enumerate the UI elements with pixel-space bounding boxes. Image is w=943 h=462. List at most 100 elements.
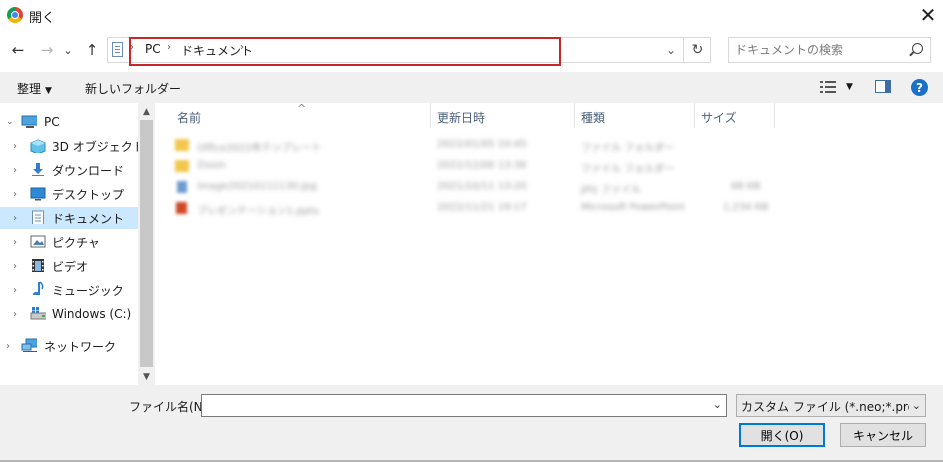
collapsed-chevron-icon[interactable]: › xyxy=(13,261,17,272)
column-header-date-modified[interactable]: 更新日時 xyxy=(431,103,575,128)
address-highlight-box xyxy=(129,37,561,66)
download-icon xyxy=(32,163,44,176)
nav-item-documents[interactable]: › ドキュメント xyxy=(0,207,138,229)
collapsed-chevron-icon[interactable]: › xyxy=(13,189,17,200)
file-list: 名前 ^ 更新日時 種類 サイズ Office2022年テンプレート 2022/… xyxy=(155,102,943,385)
collapsed-chevron-icon[interactable]: › xyxy=(13,237,17,248)
file-name: image20210111130.jpg xyxy=(197,181,317,192)
search-icon[interactable] xyxy=(912,43,923,54)
nav-label-music: ミュージック xyxy=(52,283,124,298)
nav-item-windows-drive[interactable]: › Windows (C:) xyxy=(0,303,138,325)
table-row[interactable]: プレゼンテーション1.pptx 2022/11/21 19:17 Microso… xyxy=(173,199,773,219)
nav-item-desktop[interactable]: › デスクトップ xyxy=(0,183,138,205)
column-header-name[interactable]: 名前 ^ xyxy=(171,102,431,128)
preview-pane-icon[interactable] xyxy=(875,80,891,93)
nav-item-pc[interactable]: ⌄ PC xyxy=(0,111,138,133)
file-date: 2021/10/11 13:20 xyxy=(437,181,527,192)
file-size: 1,234 KB xyxy=(723,202,769,213)
documents-icon xyxy=(32,210,44,224)
drive-icon xyxy=(30,307,46,320)
organize-label: 整理 xyxy=(17,82,42,96)
file-size: 68 KB xyxy=(731,181,761,192)
image-file-icon xyxy=(177,181,187,193)
file-type: Microsoft PowerPoint xyxy=(581,202,685,213)
nav-item-downloads[interactable]: › ダウンロード xyxy=(0,159,138,181)
collapsed-chevron-icon[interactable]: › xyxy=(13,165,17,176)
expanded-chevron-icon[interactable]: ⌄ xyxy=(6,117,14,127)
refresh-icon[interactable]: ↻ xyxy=(683,38,711,62)
collapsed-chevron-icon[interactable]: › xyxy=(13,213,17,224)
file-date: 2022/01/05 10:45 xyxy=(437,139,527,150)
collapsed-chevron-icon[interactable]: › xyxy=(6,341,10,352)
column-header-type[interactable]: 種類 xyxy=(575,103,695,128)
file-type-filter-select[interactable]: カスタム ファイル (*.neo;*.pro;*.csv ⌄ xyxy=(736,394,926,417)
column-label-name: 名前 xyxy=(177,111,202,125)
folder-icon xyxy=(175,139,189,151)
help-icon[interactable]: ? xyxy=(911,79,928,96)
videos-icon xyxy=(32,259,44,272)
view-options-caret-icon[interactable]: ▼ xyxy=(846,82,853,92)
table-row[interactable]: Office2022年テンプレート 2022/01/05 10:45 ファイル … xyxy=(173,136,773,156)
window-title: 開く xyxy=(29,11,56,26)
nav-label-downloads: ダウンロード xyxy=(52,163,125,178)
search-box[interactable] xyxy=(728,37,931,63)
back-arrow-icon[interactable]: ← xyxy=(8,39,28,61)
address-history-dropdown-icon[interactable]: ⌄ xyxy=(661,40,681,60)
collapsed-chevron-icon[interactable]: › xyxy=(13,141,17,152)
folder-icon xyxy=(175,160,189,172)
nav-label-documents: ドキュメント xyxy=(52,211,125,226)
nav-label-windows-drive: Windows (C:) xyxy=(52,307,132,321)
command-toolbar: 整理 ▼ 新しいフォルダー ▼ ? xyxy=(0,72,943,103)
search-input[interactable] xyxy=(735,41,905,59)
up-arrow-icon[interactable]: ↑ xyxy=(82,39,102,61)
filename-label: ファイル名(N): xyxy=(129,400,212,414)
file-date: 2022/11/21 19:17 xyxy=(437,202,527,213)
organize-menu[interactable]: 整理 ▼ xyxy=(17,80,52,97)
scroll-up-arrow-icon[interactable]: ▲ xyxy=(138,103,155,120)
desktop-icon xyxy=(30,187,46,201)
file-type: JPG ファイル xyxy=(581,185,641,196)
network-icon xyxy=(21,338,37,352)
file-type-filter-value: カスタム ファイル (*.neo;*.pro;*.csv xyxy=(741,400,909,414)
table-row[interactable]: image20210111130.jpg 2021/10/11 13:20 JP… xyxy=(173,178,773,198)
file-type: ファイル フォルダー xyxy=(581,164,675,175)
recent-locations-dropdown-icon[interactable]: ⌄ xyxy=(61,39,75,61)
pc-icon xyxy=(21,115,37,128)
column-header-size[interactable]: サイズ xyxy=(695,103,775,128)
nav-item-3d-objects[interactable]: › 3D オブジェクト xyxy=(0,135,145,157)
organize-caret-icon: ▼ xyxy=(45,86,52,96)
cancel-button[interactable]: キャンセル xyxy=(840,423,926,447)
documents-location-icon xyxy=(112,42,123,57)
view-options-icon[interactable] xyxy=(820,81,836,93)
nav-item-music[interactable]: › ミュージック xyxy=(0,279,138,301)
nav-item-network[interactable]: › ネットワーク xyxy=(0,335,138,357)
nav-item-pictures[interactable]: › ピクチャ xyxy=(0,231,138,253)
chrome-app-icon xyxy=(7,7,23,23)
file-name: Zoom xyxy=(197,160,226,171)
collapsed-chevron-icon[interactable]: › xyxy=(13,285,17,296)
filename-combobox[interactable]: ⌄ xyxy=(201,394,727,417)
music-icon xyxy=(33,281,44,295)
sort-ascending-icon: ^ xyxy=(297,102,307,115)
scrollbar-thumb[interactable] xyxy=(140,120,153,367)
nav-label-network: ネットワーク xyxy=(44,339,117,354)
open-button[interactable]: 開く(O) xyxy=(739,423,825,447)
navigation-pane: ⌄ PC › 3D オブジェクト › ダウンロード › デスクトップ › ドキュ… xyxy=(0,103,155,385)
dialog-footer: ファイル名(N): ⌄ カスタム ファイル (*.neo;*.pro;*.csv… xyxy=(0,385,943,462)
nav-item-videos[interactable]: › ビデオ xyxy=(0,255,138,277)
scroll-down-arrow-icon[interactable]: ▼ xyxy=(138,368,155,385)
table-row[interactable]: Zoom 2022/12/06 13:36 ファイル フォルダー xyxy=(173,157,773,177)
pictures-icon xyxy=(30,235,46,248)
close-button[interactable]: ✕ xyxy=(913,0,943,30)
nav-label-pictures: ピクチャ xyxy=(52,235,100,250)
new-folder-button[interactable]: 新しいフォルダー xyxy=(85,80,181,97)
nav-pane-scrollbar[interactable]: ▲ ▼ xyxy=(138,103,155,385)
forward-arrow-icon[interactable]: → xyxy=(37,39,57,61)
filename-input[interactable] xyxy=(206,397,696,414)
collapsed-chevron-icon[interactable]: › xyxy=(13,309,17,320)
nav-label-pc: PC xyxy=(44,115,60,129)
filename-dropdown-icon[interactable]: ⌄ xyxy=(713,398,722,411)
file-name: プレゼンテーション1.pptx xyxy=(197,206,319,217)
filter-dropdown-icon[interactable]: ⌄ xyxy=(912,399,921,412)
nav-label-videos: ビデオ xyxy=(52,259,89,274)
